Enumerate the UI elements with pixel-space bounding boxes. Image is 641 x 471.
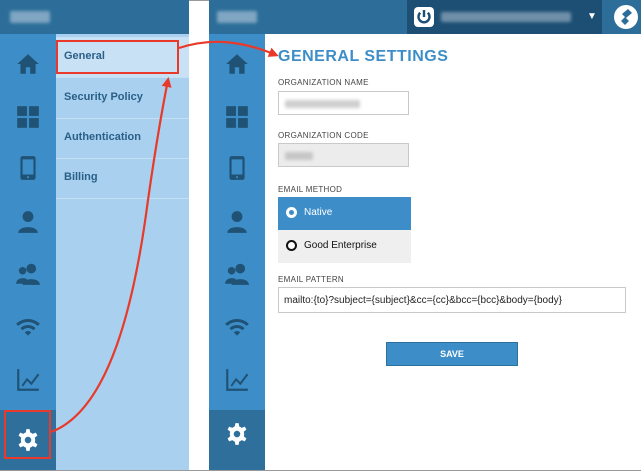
submenu-item-billing[interactable]: Billing xyxy=(56,158,189,199)
redacted-value xyxy=(285,152,313,160)
wifi-icon[interactable] xyxy=(0,307,56,347)
user-icon[interactable] xyxy=(209,202,265,242)
radio-label: Good Enterprise xyxy=(304,240,377,251)
users-icon[interactable] xyxy=(209,254,265,294)
radio-label: Native xyxy=(304,207,333,218)
redacted-logo xyxy=(10,11,50,23)
analytics-icon[interactable] xyxy=(209,360,265,400)
left-top-bar xyxy=(0,0,189,34)
page-title: GENERAL SETTINGS xyxy=(278,48,449,65)
home-icon[interactable] xyxy=(209,44,265,84)
annotation-box-general xyxy=(56,40,179,74)
annotation-box-gear xyxy=(4,410,51,459)
submenu-item-authentication[interactable]: Authentication xyxy=(56,118,189,159)
submenu-item-security-policy[interactable]: Security Policy xyxy=(56,78,189,119)
submenu-item-label: Security Policy xyxy=(64,91,143,103)
general-settings-panel: GENERAL SETTINGS ORGANIZATION NAME ORGAN… xyxy=(265,34,641,470)
analytics-icon[interactable] xyxy=(0,360,56,400)
brand-logo-icon xyxy=(614,5,638,29)
right-top-bar: ▼ xyxy=(209,0,641,34)
org-code-label: ORGANIZATION CODE xyxy=(278,131,369,140)
radio-native[interactable]: Native xyxy=(278,197,411,230)
email-method-radio-group: Native Good Enterprise xyxy=(278,197,411,263)
users-icon[interactable] xyxy=(0,254,56,294)
redacted-user-name xyxy=(441,12,571,22)
right-nav-rail xyxy=(209,34,265,470)
left-nav-rail xyxy=(0,34,56,470)
chevron-down-icon[interactable]: ▼ xyxy=(587,11,597,22)
email-pattern-input[interactable]: mailto:{to}?subject={subject}&cc={cc}&bc… xyxy=(278,287,626,313)
home-icon[interactable] xyxy=(0,44,56,84)
submenu-item-label: Authentication xyxy=(64,131,141,143)
user-icon[interactable] xyxy=(0,202,56,242)
org-name-label: ORGANIZATION NAME xyxy=(278,78,369,87)
wifi-icon[interactable] xyxy=(209,307,265,347)
radio-unselected-icon xyxy=(286,240,297,251)
mobile-device-icon[interactable] xyxy=(209,148,265,188)
power-icon[interactable] xyxy=(414,7,434,27)
dashboard-icon[interactable] xyxy=(209,97,265,137)
radio-selected-icon xyxy=(286,207,297,218)
email-pattern-label: EMAIL PATTERN xyxy=(278,275,344,284)
gear-icon[interactable] xyxy=(209,414,265,454)
mobile-device-icon[interactable] xyxy=(0,148,56,188)
submenu-item-label: Billing xyxy=(64,171,98,183)
email-pattern-value: mailto:{to}?subject={subject}&cc={cc}&bc… xyxy=(284,295,562,306)
radio-good-enterprise[interactable]: Good Enterprise xyxy=(278,230,411,263)
org-code-input xyxy=(278,143,409,167)
redacted-value xyxy=(285,100,360,108)
save-button[interactable]: SAVE xyxy=(386,342,518,366)
settings-submenu: General Security Policy Authentication B… xyxy=(56,34,189,470)
dashboard-icon[interactable] xyxy=(0,97,56,137)
org-name-input[interactable] xyxy=(278,91,409,115)
email-method-label: EMAIL METHOD xyxy=(278,185,343,194)
redacted-logo xyxy=(217,11,257,23)
